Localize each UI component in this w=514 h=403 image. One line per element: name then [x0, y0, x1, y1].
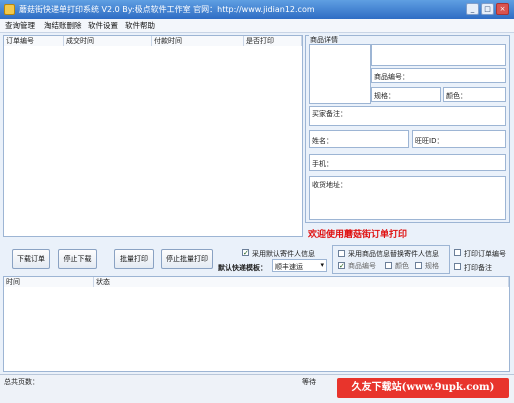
- print-order-no-label: 打印订单编号: [464, 250, 506, 258]
- product-code-label: 商品编号：: [374, 73, 409, 81]
- chevron-down-icon: ▾: [320, 261, 324, 269]
- product-name-field[interactable]: [371, 44, 506, 66]
- name-label: 姓名：: [312, 137, 333, 145]
- download-orders-button[interactable]: 下载订单: [12, 249, 50, 269]
- template-value: 顺丰速运: [275, 263, 303, 271]
- product-code-checkbox[interactable]: ✓: [338, 262, 345, 270]
- close-button[interactable]: ×: [496, 3, 509, 15]
- template-label: 默认快递模板：: [218, 264, 267, 272]
- address-label: 收货地址：: [312, 181, 347, 189]
- buyer-note-field[interactable]: 买家备注：: [309, 106, 506, 126]
- spec-checkbox[interactable]: [415, 262, 422, 269]
- menu-settle[interactable]: 淘结账删除: [44, 20, 82, 32]
- title-bar: 蘑菇街快递单打印系统 V2.0 By:极点软件工作室 官网：http://www…: [0, 0, 514, 19]
- print-remark-checkbox[interactable]: [454, 263, 461, 270]
- color-checkbox[interactable]: [385, 262, 392, 269]
- stop-batch-print-button[interactable]: 停止批量打印: [161, 249, 213, 269]
- menu-settings[interactable]: 软件设置: [88, 20, 118, 32]
- use-product-info-checkbox[interactable]: [338, 250, 345, 257]
- product-info-group: 采用商品信息替换寄件人信息 ✓ 商品编号 颜色 规格: [332, 245, 450, 274]
- welcome-text: 欢迎使用蘑菇街订单打印: [308, 230, 408, 240]
- color-option-label: 颜色: [395, 262, 409, 270]
- wangwang-label: 旺旺ID：: [415, 137, 444, 145]
- print-remark-label: 打印备注: [464, 264, 492, 272]
- template-select[interactable]: 顺丰速运 ▾: [272, 259, 327, 272]
- spec-field[interactable]: 规格：: [371, 87, 441, 102]
- col-deal-time[interactable]: 成交时间: [64, 36, 152, 46]
- col-pay-time[interactable]: 付款时间: [152, 36, 244, 46]
- product-image: [309, 44, 371, 104]
- product-code-field[interactable]: 商品编号：: [371, 68, 506, 83]
- col-order-no[interactable]: 订单编号: [4, 36, 64, 46]
- col-time[interactable]: 时间: [4, 277, 94, 287]
- wangwang-field[interactable]: 旺旺ID：: [412, 130, 506, 148]
- stop-download-button[interactable]: 停止下载: [58, 249, 97, 269]
- menu-help[interactable]: 软件帮助: [125, 20, 155, 32]
- batch-print-button[interactable]: 批量打印: [114, 249, 154, 269]
- product-code-option-label: 商品编号: [348, 262, 376, 270]
- spec-label: 规格：: [374, 92, 395, 100]
- use-default-sender-checkbox[interactable]: ✓: [242, 249, 249, 257]
- name-field[interactable]: 姓名：: [309, 130, 409, 148]
- print-order-no-checkbox[interactable]: [454, 249, 461, 256]
- menu-query[interactable]: 查询管理: [5, 20, 35, 32]
- minimize-button[interactable]: _: [466, 3, 479, 15]
- site-watermark: 久友下载站(www.9upk.com): [337, 378, 509, 398]
- orders-table[interactable]: 订单编号 成交时间 付款时间 是否打印: [3, 35, 303, 237]
- window-title: 蘑菇街快递单打印系统 V2.0 By:极点软件工作室 官网：http://www…: [19, 5, 315, 14]
- log-table[interactable]: 时间 状态: [3, 276, 510, 372]
- menu-bar: 查询管理 淘结账删除 软件设置 软件帮助: [0, 19, 514, 33]
- col-printed[interactable]: 是否打印: [244, 36, 302, 46]
- color-field[interactable]: 颜色：: [443, 87, 506, 102]
- maximize-button[interactable]: □: [481, 3, 494, 15]
- total-pages-label: 总共页数：: [4, 378, 39, 386]
- buyer-note-label: 买家备注：: [312, 110, 347, 118]
- use-default-sender-label: 采用默认寄件人信息: [252, 250, 315, 258]
- app-icon: [4, 4, 15, 15]
- col-status[interactable]: 状态: [94, 277, 509, 287]
- address-field[interactable]: 收货地址：: [309, 176, 506, 220]
- color-label: 颜色：: [446, 92, 467, 100]
- spec-option-label: 规格: [425, 262, 439, 270]
- phone-field[interactable]: 手机：: [309, 154, 506, 171]
- use-product-info-label: 采用商品信息替换寄件人信息: [348, 250, 439, 258]
- status-right-label: 等待: [302, 378, 316, 386]
- detail-group: 商品详情 商品编号： 规格： 颜色： 买家备注： 姓名： 旺旺ID： 手机： 收…: [305, 35, 510, 223]
- phone-label: 手机：: [312, 160, 333, 168]
